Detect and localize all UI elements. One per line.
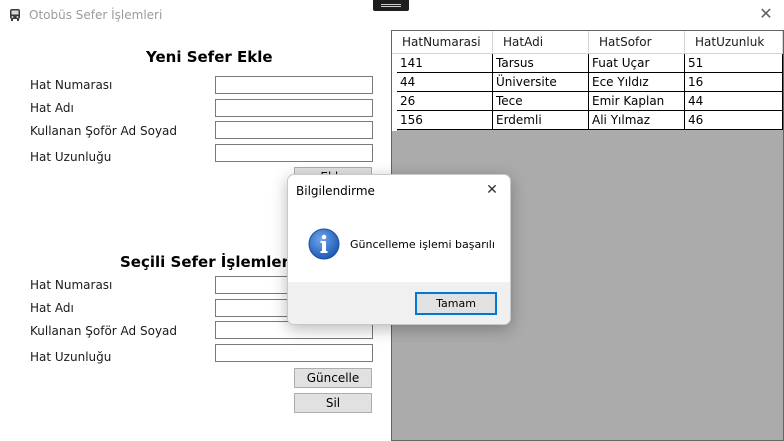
dialog-title: Bilgilendirme: [296, 184, 375, 198]
table-cell[interactable]: 141: [397, 54, 493, 73]
table-cell[interactable]: Üniversite: [493, 73, 589, 92]
window-close-icon[interactable]: ✕: [756, 4, 776, 24]
table-cell[interactable]: Fuat Uçar: [589, 54, 685, 73]
new-line-name-label: Hat Adı: [30, 101, 74, 115]
grid-header: HatNumarasi HatAdi HatSofor HatUzunluk: [392, 31, 783, 54]
new-line-number-input[interactable]: [215, 76, 373, 94]
sel-line-number-label: Hat Numarası: [30, 278, 113, 292]
new-driver-label: Kullanan Şoför Ad Soyad: [30, 124, 178, 138]
table-row[interactable]: 156 Erdemli Ali Yılmaz 46: [397, 111, 783, 130]
table-cell[interactable]: Erdemli: [493, 111, 589, 130]
table-cell[interactable]: 156: [397, 111, 493, 130]
column-header[interactable]: HatAdi: [493, 31, 589, 54]
table-cell[interactable]: 44: [397, 73, 493, 92]
ok-button[interactable]: Tamam: [415, 292, 497, 315]
update-button[interactable]: Güncelle: [294, 368, 372, 388]
table-cell[interactable]: Ali Yılmaz: [589, 111, 685, 130]
table-cell[interactable]: 16: [685, 73, 783, 92]
table-cell[interactable]: Tarsus: [493, 54, 589, 73]
info-icon: [308, 228, 340, 260]
new-trip-heading: Yeni Sefer Ekle: [146, 48, 273, 66]
info-dialog: Bilgilendirme ✕ Güncelleme işlemi başarı…: [287, 174, 511, 325]
dialog-close-icon[interactable]: ✕: [482, 180, 502, 200]
sel-line-name-label: Hat Adı: [30, 301, 74, 315]
table-row[interactable]: 26 Tece Emir Kaplan 44: [397, 92, 783, 111]
new-driver-input[interactable]: [215, 121, 373, 139]
table-cell[interactable]: 51: [685, 54, 783, 73]
selected-trip-heading: Seçili Sefer İşlemleri: [120, 253, 295, 271]
drag-handle[interactable]: [373, 0, 409, 11]
sel-line-length-input[interactable]: [215, 344, 373, 362]
table-cell[interactable]: Emir Kaplan: [589, 92, 685, 111]
bus-icon: [10, 9, 20, 21]
table-cell[interactable]: Ece Yıldız: [589, 73, 685, 92]
table-row[interactable]: 141 Tarsus Fuat Uçar 51: [397, 54, 783, 73]
new-line-length-input[interactable]: [215, 144, 373, 162]
column-header[interactable]: HatNumarasi: [392, 31, 493, 54]
new-line-length-label: Hat Uzunluğu: [30, 150, 112, 164]
new-line-name-input[interactable]: [215, 99, 373, 117]
dialog-footer: Tamam: [288, 282, 510, 324]
table-cell[interactable]: 44: [685, 92, 783, 111]
column-header[interactable]: HatUzunluk: [685, 31, 783, 54]
table-row[interactable]: 44 Üniversite Ece Yıldız 16: [397, 73, 783, 92]
main-window: Otobüs Sefer İşlemleri ✕ Yeni Sefer Ekle…: [0, 0, 784, 441]
new-line-number-label: Hat Numarası: [30, 78, 113, 92]
table-cell[interactable]: 46: [685, 111, 783, 130]
table-cell[interactable]: Tece: [493, 92, 589, 111]
table-cell[interactable]: 26: [397, 92, 493, 111]
window-title: Otobüs Sefer İşlemleri: [29, 8, 163, 22]
column-header[interactable]: HatSofor: [589, 31, 685, 54]
dialog-message: Güncelleme işlemi başarılı: [350, 238, 495, 251]
delete-button[interactable]: Sil: [294, 393, 372, 413]
sel-line-length-label: Hat Uzunluğu: [30, 350, 112, 364]
sel-driver-label: Kullanan Şoför Ad Soyad: [30, 324, 178, 338]
